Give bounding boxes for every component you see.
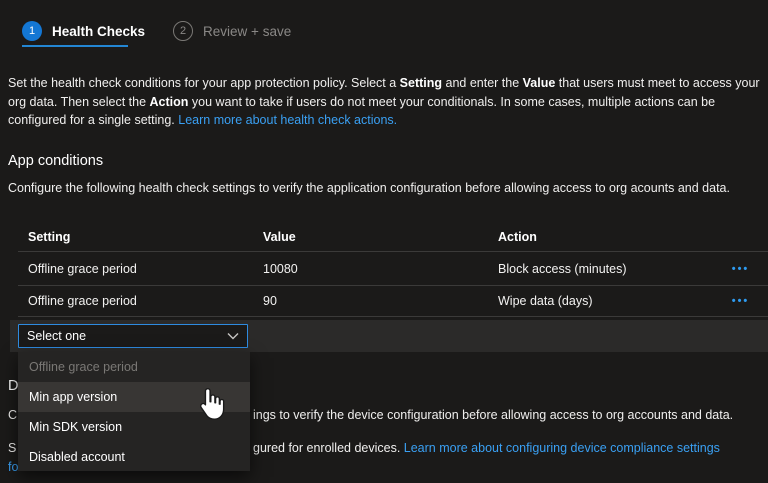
health-check-table: Setting Value Action Offline grace perio… [18, 222, 768, 317]
intro-bold-setting: Setting [400, 76, 442, 90]
cell-value: 10080 [263, 262, 498, 276]
device-compliance-settings-link[interactable]: Learn more about configuring device comp… [404, 441, 720, 455]
dropdown-option-disabled-account[interactable]: Disabled account [18, 442, 250, 472]
col-header-setting: Setting [28, 230, 263, 244]
row-more-options-icon[interactable]: ••• [732, 295, 750, 307]
step-2-label: Review + save [203, 24, 291, 39]
wizard-steps: 1 Health Checks 2 Review + save [22, 21, 291, 41]
table-row: Offline grace period 10080 Block access … [18, 252, 768, 286]
dropdown-option-offline-grace-period: Offline grace period [18, 352, 250, 382]
cell-setting: Offline grace period [28, 262, 263, 276]
col-header-action: Action [498, 230, 713, 244]
step-1-label: Health Checks [52, 24, 145, 39]
tab-health-checks[interactable]: 1 Health Checks [22, 21, 145, 41]
tab-review-save[interactable]: 2 Review + save [173, 21, 291, 41]
cell-action: Wipe data (days) [498, 294, 713, 308]
step-1-badge: 1 [22, 21, 42, 41]
new-setting-row: Select one [10, 320, 768, 352]
intro-bold-action: Action [150, 95, 189, 109]
table-row: Offline grace period 90 Wipe data (days)… [18, 286, 768, 317]
dropdown-option-min-sdk-version[interactable]: Min SDK version [18, 412, 250, 442]
health-checks-page: 1 Health Checks 2 Review + save Set the … [0, 0, 768, 483]
setting-select-value: Select one [27, 329, 86, 343]
step-2-badge: 2 [173, 21, 193, 41]
cell-setting: Offline grace period [28, 294, 263, 308]
chevron-down-icon [227, 332, 239, 340]
setting-dropdown-panel: Offline grace period Min app version Min… [18, 352, 250, 471]
dropdown-option-min-app-version[interactable]: Min app version [18, 382, 250, 412]
learn-more-health-check-link[interactable]: Learn more about health check actions. [178, 113, 397, 127]
cell-action: Block access (minutes) [498, 262, 713, 276]
cell-value: 90 [263, 294, 498, 308]
col-header-value: Value [263, 230, 498, 244]
app-conditions-heading: App conditions [8, 153, 103, 169]
active-tab-underline [22, 45, 128, 47]
intro-paragraph: Set the health check conditions for your… [8, 74, 760, 130]
setting-select[interactable]: Select one [18, 324, 248, 348]
row-more-options-icon[interactable]: ••• [732, 263, 750, 275]
app-conditions-description: Configure the following health check set… [8, 179, 762, 198]
intro-bold-value: Value [523, 76, 556, 90]
intro-text: Set the health check conditions for your… [8, 76, 400, 90]
table-header-row: Setting Value Action [18, 222, 768, 252]
